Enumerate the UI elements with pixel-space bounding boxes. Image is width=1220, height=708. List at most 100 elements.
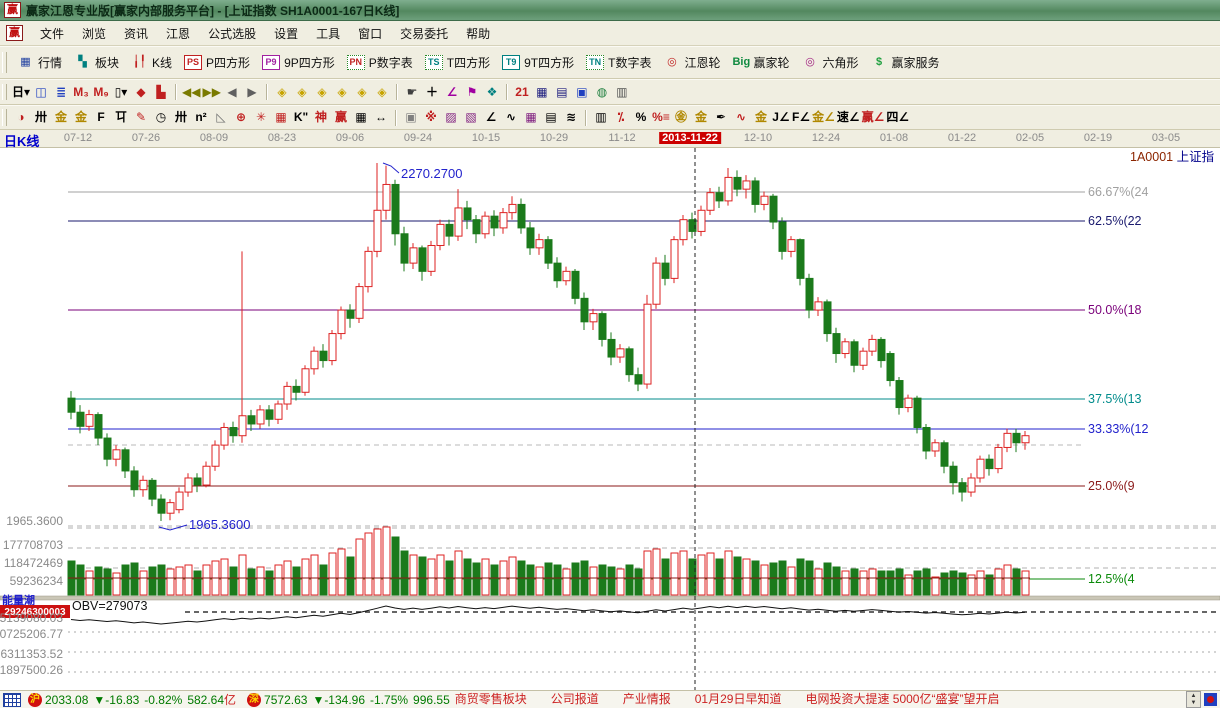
view-tool-15[interactable]: ◈ bbox=[293, 84, 311, 101]
toolbar-main-button-1[interactable]: ▚板块 bbox=[68, 52, 125, 73]
gann-tool-36[interactable]: ✒ bbox=[712, 109, 730, 126]
gann-tool-18[interactable]: ↔ bbox=[372, 109, 390, 126]
toolbar-main-button-8[interactable]: TNT数字表 bbox=[580, 52, 657, 73]
toolbar-main-button-0[interactable]: ▦行情 bbox=[11, 52, 68, 73]
view-tool-25[interactable]: ❖ bbox=[483, 84, 501, 101]
gann-tool-26[interactable]: ▦ bbox=[522, 109, 540, 126]
gann-tool-32[interactable]: % bbox=[632, 109, 650, 126]
gann-tool-16[interactable]: 赢 bbox=[332, 109, 350, 126]
view-tool-19[interactable]: ◈ bbox=[373, 84, 391, 101]
menu-item-4[interactable]: 公式选股 bbox=[199, 22, 265, 45]
view-tool-31[interactable]: ◍ bbox=[593, 84, 611, 101]
gann-tool-40[interactable]: F∠ bbox=[792, 109, 810, 126]
gann-tool-42[interactable]: 速∠ bbox=[837, 109, 860, 126]
gann-tool-14[interactable]: K" bbox=[292, 109, 310, 126]
gann-tool-4[interactable]: F bbox=[92, 109, 110, 126]
view-tool-22[interactable]: ＋ bbox=[423, 84, 441, 101]
view-tool-21[interactable]: ☛ bbox=[403, 84, 421, 101]
toolbar-main-button-6[interactable]: TST四方形 bbox=[419, 52, 496, 73]
gann-tool-10[interactable]: ◺ bbox=[212, 109, 230, 126]
view-tool-2[interactable]: ≣ bbox=[52, 84, 70, 101]
view-tool-24[interactable]: ⚑ bbox=[463, 84, 481, 101]
toolbar-main-button-10[interactable]: Big赢家轮 bbox=[726, 52, 795, 73]
gann-tool-2[interactable]: 金 bbox=[52, 109, 70, 126]
menu-item-0[interactable]: 文件 bbox=[31, 22, 73, 45]
news-ticker[interactable]: 商贸零售板块 公司报道 产业情报 01月29日早知道 电网投资大提速 5000亿… bbox=[455, 690, 1186, 708]
view-tool-17[interactable]: ◈ bbox=[333, 84, 351, 101]
view-tool-28[interactable]: ▦ bbox=[533, 84, 551, 101]
gann-tool-3[interactable]: 金 bbox=[72, 109, 90, 126]
view-tool-32[interactable]: ▥ bbox=[613, 84, 631, 101]
gann-tool-22[interactable]: ▨ bbox=[442, 109, 460, 126]
toolbar-main-button-2[interactable]: ╽╿K线 bbox=[125, 52, 178, 73]
gann-tool-38[interactable]: 金 bbox=[752, 109, 770, 126]
menu-item-7[interactable]: 窗口 bbox=[349, 22, 391, 45]
gann-tool-20[interactable]: ▣ bbox=[402, 109, 420, 126]
view-tool-12[interactable]: ▶ bbox=[243, 84, 261, 101]
view-tool-30[interactable]: ▣ bbox=[573, 84, 591, 101]
gann-tool-12[interactable]: ✳ bbox=[252, 109, 270, 126]
view-tool-29[interactable]: ▤ bbox=[553, 84, 571, 101]
gann-tool-17[interactable]: ▦ bbox=[352, 109, 370, 126]
gann-tool-43[interactable]: 赢∠ bbox=[862, 109, 885, 126]
view-tool-6[interactable]: ◆ bbox=[132, 84, 150, 101]
view-tool-23[interactable]: ∠ bbox=[443, 84, 461, 101]
menu-item-5[interactable]: 设置 bbox=[265, 22, 307, 45]
gann-tool-27[interactable]: ▤ bbox=[542, 109, 560, 126]
quote-table-icon[interactable] bbox=[3, 693, 21, 707]
gann-tool-33[interactable]: %≡ bbox=[652, 109, 670, 126]
toolbar-main-button-9[interactable]: ◎江恩轮 bbox=[657, 52, 726, 73]
gann-tool-8[interactable]: 卅 bbox=[172, 109, 190, 126]
kline-chart[interactable]: 66.67%(2462.5%(2250.0%(1837.5%(1333.33%(… bbox=[0, 148, 1220, 690]
view-tool-10[interactable]: ▶▶ bbox=[203, 84, 221, 101]
view-tool-9[interactable]: ◀◀ bbox=[182, 84, 200, 101]
view-tool-27[interactable]: 21 bbox=[513, 84, 531, 101]
view-tool-4[interactable]: M₉ bbox=[92, 84, 110, 101]
toolbar-main-button-5[interactable]: PNP数字表 bbox=[341, 52, 419, 73]
gann-tool-5[interactable]: 㔿 bbox=[112, 109, 130, 126]
menu-item-1[interactable]: 浏览 bbox=[73, 22, 115, 45]
ticker-spinner[interactable]: ▲▼ bbox=[1186, 691, 1201, 708]
gann-tool-7[interactable]: ◷ bbox=[152, 109, 170, 126]
user-status-icon[interactable] bbox=[1204, 693, 1217, 706]
view-tool-16[interactable]: ◈ bbox=[313, 84, 331, 101]
gann-tool-41[interactable]: 金∠ bbox=[812, 109, 835, 126]
gann-tool-44[interactable]: 四∠ bbox=[886, 109, 909, 126]
toolbar-main-button-11[interactable]: ◎六角形 bbox=[796, 52, 865, 73]
menu-item-9[interactable]: 帮助 bbox=[457, 22, 499, 45]
gann-tool-37[interactable]: ∿ bbox=[732, 109, 750, 126]
gann-tool-31[interactable]: ⁒ bbox=[612, 109, 630, 126]
gann-tool-0[interactable]: ◑ bbox=[12, 109, 30, 126]
toolbar-main-button-7[interactable]: T99T四方形 bbox=[496, 52, 580, 73]
view-tool-5[interactable]: ▯▾ bbox=[112, 84, 130, 101]
toolbar-main-button-3[interactable]: PSP四方形 bbox=[178, 52, 256, 73]
gann-tool-35[interactable]: 金 bbox=[692, 109, 710, 126]
gann-tool-24[interactable]: ∠ bbox=[482, 109, 500, 126]
menu-item-3[interactable]: 江恩 bbox=[157, 22, 199, 45]
view-tool-7[interactable]: ▙ bbox=[152, 84, 170, 101]
view-tool-14[interactable]: ◈ bbox=[273, 84, 291, 101]
view-tool-1[interactable]: ◫ bbox=[32, 84, 50, 101]
gann-tool-9[interactable]: n² bbox=[192, 109, 210, 126]
menu-item-2[interactable]: 资讯 bbox=[115, 22, 157, 45]
gann-tool-15[interactable]: 神 bbox=[312, 109, 330, 126]
chart-area[interactable]: 66.67%(2462.5%(2250.0%(1837.5%(1333.33%(… bbox=[0, 148, 1220, 690]
gann-tool-11[interactable]: ⊕ bbox=[232, 109, 250, 126]
gann-tool-34[interactable]: ㊎ bbox=[672, 109, 690, 126]
view-tool-3[interactable]: M₃ bbox=[72, 84, 90, 101]
view-tool-0[interactable]: 日▾ bbox=[12, 84, 30, 101]
gann-tool-21[interactable]: ※ bbox=[422, 109, 440, 126]
gann-tool-28[interactable]: ≋ bbox=[562, 109, 580, 126]
view-tool-11[interactable]: ◀ bbox=[223, 84, 241, 101]
gann-tool-6[interactable]: ✎ bbox=[132, 109, 150, 126]
gann-tool-1[interactable]: 卅 bbox=[32, 109, 50, 126]
gann-tool-30[interactable]: ▥ bbox=[592, 109, 610, 126]
view-tool-18[interactable]: ◈ bbox=[353, 84, 371, 101]
menu-item-6[interactable]: 工具 bbox=[307, 22, 349, 45]
gann-tool-25[interactable]: ∿ bbox=[502, 109, 520, 126]
gann-tool-13[interactable]: ▦ bbox=[272, 109, 290, 126]
menu-item-8[interactable]: 交易委托 bbox=[391, 22, 457, 45]
toolbar-main-button-4[interactable]: P99P四方形 bbox=[256, 52, 341, 73]
gann-tool-23[interactable]: ▧ bbox=[462, 109, 480, 126]
toolbar-main-button-12[interactable]: $赢家服务 bbox=[865, 52, 946, 73]
